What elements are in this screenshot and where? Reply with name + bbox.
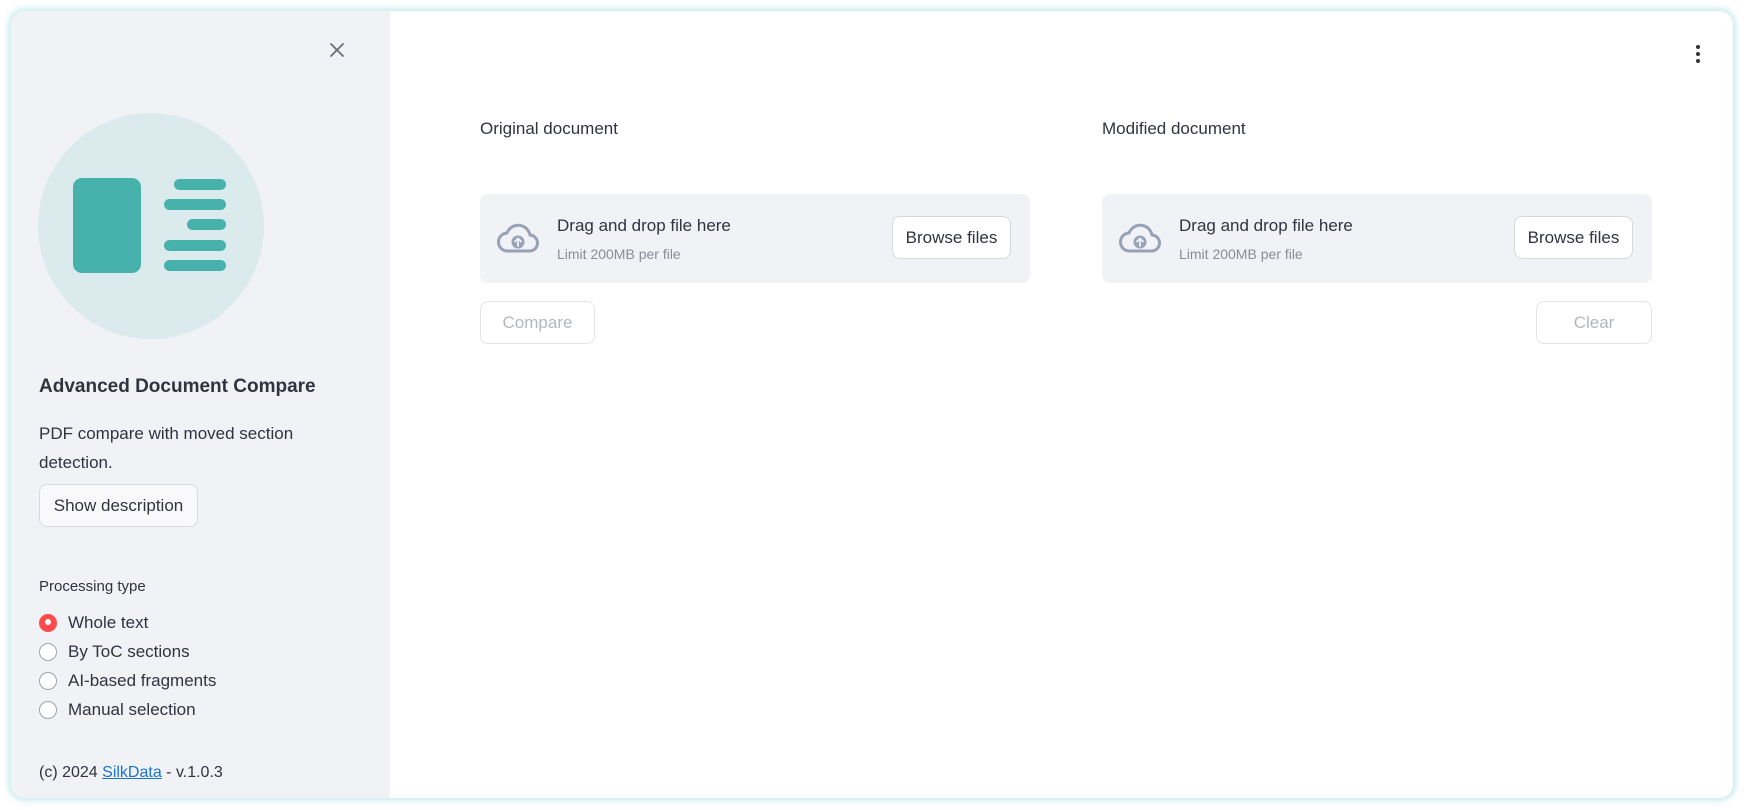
silkdata-link[interactable]: SilkData bbox=[102, 764, 162, 781]
show-description-button[interactable]: Show description bbox=[39, 484, 198, 527]
browse-files-button-original[interactable]: Browse files bbox=[892, 216, 1011, 259]
radio-option-manual-selection[interactable]: Manual selection bbox=[39, 695, 216, 724]
app-window: Advanced Document Compare PDF compare wi… bbox=[11, 11, 1733, 798]
kebab-menu-icon bbox=[1696, 45, 1700, 49]
original-document-label: Original document bbox=[480, 119, 618, 138]
radio-label: Whole text bbox=[68, 612, 149, 632]
footer: (c) 2024 SilkData - v.1.0.3 bbox=[39, 764, 223, 782]
clear-button[interactable]: Clear bbox=[1536, 301, 1652, 344]
main-menu-button[interactable] bbox=[1691, 39, 1705, 69]
original-file-dropzone[interactable]: Drag and drop file here Limit 200MB per … bbox=[480, 194, 1030, 283]
dropzone-title: Drag and drop file here bbox=[1179, 216, 1353, 235]
app-title: Advanced Document Compare bbox=[39, 376, 316, 397]
close-sidebar-button[interactable] bbox=[325, 38, 349, 62]
document-compare-logo-icon bbox=[73, 178, 226, 273]
cloud-upload-icon bbox=[497, 223, 539, 253]
sidebar: Advanced Document Compare PDF compare wi… bbox=[11, 11, 390, 798]
compare-button[interactable]: Compare bbox=[480, 301, 595, 344]
modified-file-dropzone[interactable]: Drag and drop file here Limit 200MB per … bbox=[1102, 194, 1652, 283]
app-description: PDF compare with moved section detection… bbox=[39, 424, 294, 472]
footer-copyright: (c) 2024 bbox=[39, 764, 103, 781]
processing-type-label: Processing type bbox=[39, 578, 146, 595]
radio-option-by-toc-sections[interactable]: By ToC sections bbox=[39, 637, 216, 666]
radio-label: By ToC sections bbox=[68, 641, 190, 661]
radio-button[interactable] bbox=[39, 671, 57, 690]
footer-version: - v.1.0.3 bbox=[161, 764, 223, 781]
radio-option-ai-based-fragments[interactable]: AI-based fragments bbox=[39, 666, 216, 695]
cloud-upload-icon bbox=[1119, 223, 1161, 253]
processing-type-radio-group: Whole text By ToC sections AI-based frag… bbox=[39, 608, 216, 724]
dropzone-limit: Limit 200MB per file bbox=[1179, 246, 1303, 262]
app-logo bbox=[38, 113, 264, 339]
dropzone-limit: Limit 200MB per file bbox=[557, 246, 681, 262]
radio-button[interactable] bbox=[39, 700, 57, 719]
radio-button[interactable] bbox=[39, 642, 57, 661]
close-icon bbox=[330, 43, 344, 57]
radio-label: Manual selection bbox=[68, 699, 196, 719]
radio-label: AI-based fragments bbox=[68, 670, 217, 690]
browse-files-button-modified[interactable]: Browse files bbox=[1514, 216, 1633, 259]
modified-document-label: Modified document bbox=[1102, 119, 1246, 138]
radio-option-whole-text[interactable]: Whole text bbox=[39, 608, 216, 637]
dropzone-title: Drag and drop file here bbox=[557, 216, 731, 235]
radio-button-checked[interactable] bbox=[39, 613, 57, 632]
